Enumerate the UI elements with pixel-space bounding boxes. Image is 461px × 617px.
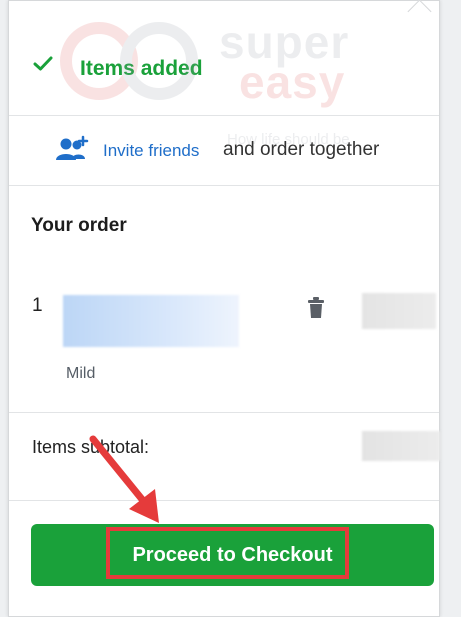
add-people-icon[interactable] <box>55 135 89 163</box>
cart-popup: Items added super easy How life should b… <box>8 0 440 617</box>
item-option: Mild <box>66 365 96 382</box>
popup-header: Items added <box>9 1 439 116</box>
proceed-to-checkout-button[interactable]: Proceed to Checkout <box>31 524 434 586</box>
subtotal-value-redacted <box>362 431 440 461</box>
item-quantity: 1 <box>32 295 43 316</box>
subtotal-label: Items subtotal: <box>32 437 150 457</box>
check-icon <box>33 56 53 71</box>
order-item: 1 Mild <box>9 281 439 413</box>
invite-friends-link[interactable]: Invite friends <box>103 141 199 161</box>
checkout-highlight-box <box>106 527 349 579</box>
item-price-redacted <box>362 293 436 329</box>
trash-icon[interactable] <box>307 297 325 319</box>
invite-description: and order together <box>223 139 380 160</box>
item-name-redacted <box>63 295 239 347</box>
your-order-heading: Your order <box>31 215 127 236</box>
subtotal-row: Items subtotal: <box>9 413 440 501</box>
background-page-edge <box>0 540 6 558</box>
invite-row: Invite friends and order together <box>9 116 439 186</box>
items-added-title: Items added <box>80 57 203 80</box>
